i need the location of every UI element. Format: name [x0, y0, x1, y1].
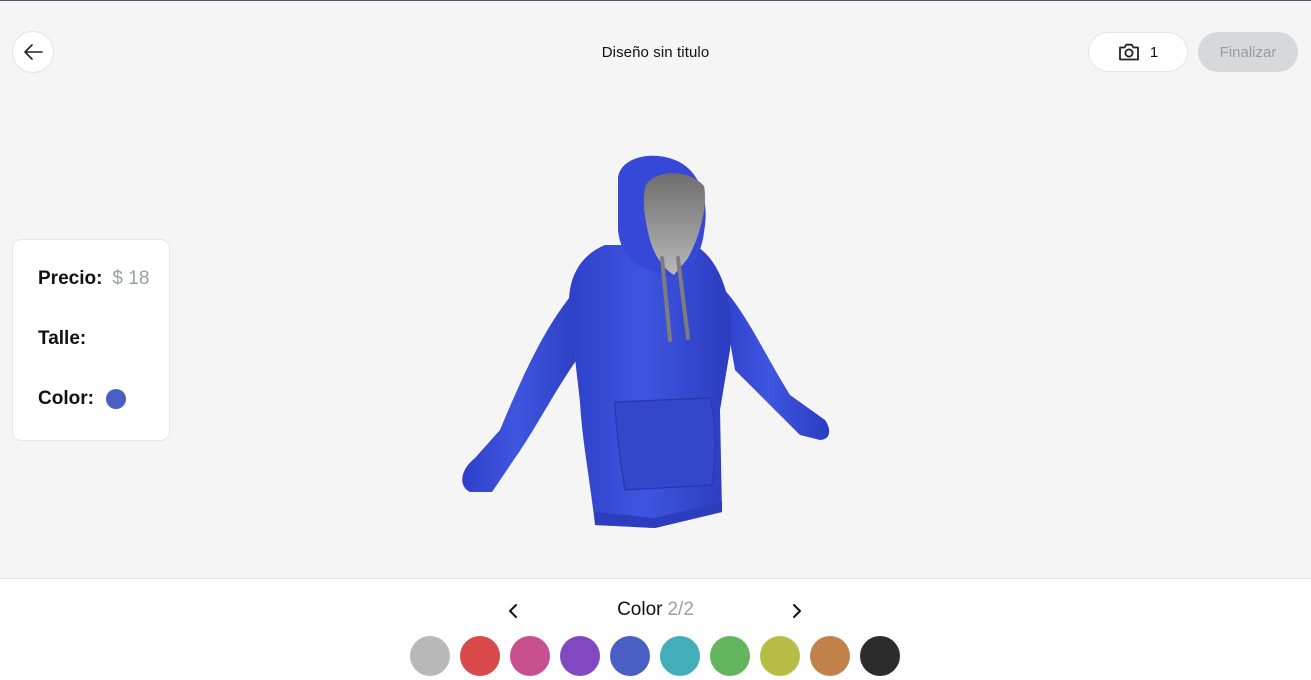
color-swatch-gray[interactable]	[410, 636, 450, 676]
color-swatch-brown[interactable]	[810, 636, 850, 676]
color-swatch-teal[interactable]	[660, 636, 700, 676]
color-picker-panel: Color 2/2	[0, 578, 1311, 680]
color-swatch-list	[410, 636, 900, 676]
color-swatch-pink[interactable]	[510, 636, 550, 676]
color-swatch-blue[interactable]	[610, 636, 650, 676]
price-value: $ 18	[112, 268, 150, 289]
camera-icon	[1118, 43, 1139, 61]
top-border	[0, 0, 1311, 1]
photo-button[interactable]: 1	[1088, 32, 1188, 72]
color-picker-page: 2/2	[667, 599, 694, 620]
color-swatch-green[interactable]	[710, 636, 750, 676]
next-button[interactable]	[785, 599, 809, 623]
color-picker-title: Color 2/2	[0, 599, 1311, 621]
finish-button[interactable]: Finalizar	[1198, 32, 1298, 72]
selected-color-dot	[105, 389, 126, 409]
color-label: Color:	[38, 388, 94, 409]
price-label: Precio:	[38, 268, 103, 289]
color-swatch-black[interactable]	[860, 636, 900, 676]
color-swatch-red[interactable]	[460, 636, 500, 676]
price-row: Precio: $ 18	[38, 268, 149, 290]
product-info-card: Precio: $ 18 Talle: Color:	[12, 239, 170, 441]
color-picker-label: Color	[617, 599, 663, 620]
size-row: Talle:	[38, 328, 86, 350]
color-row: Color:	[38, 388, 126, 410]
size-label: Talle:	[38, 328, 87, 349]
photo-count: 1	[1149, 43, 1159, 61]
color-swatch-purple[interactable]	[560, 636, 600, 676]
hoodie-3d-preview[interactable]	[430, 140, 850, 540]
color-swatch-olive[interactable]	[760, 636, 800, 676]
chevron-right-icon	[793, 604, 801, 618]
